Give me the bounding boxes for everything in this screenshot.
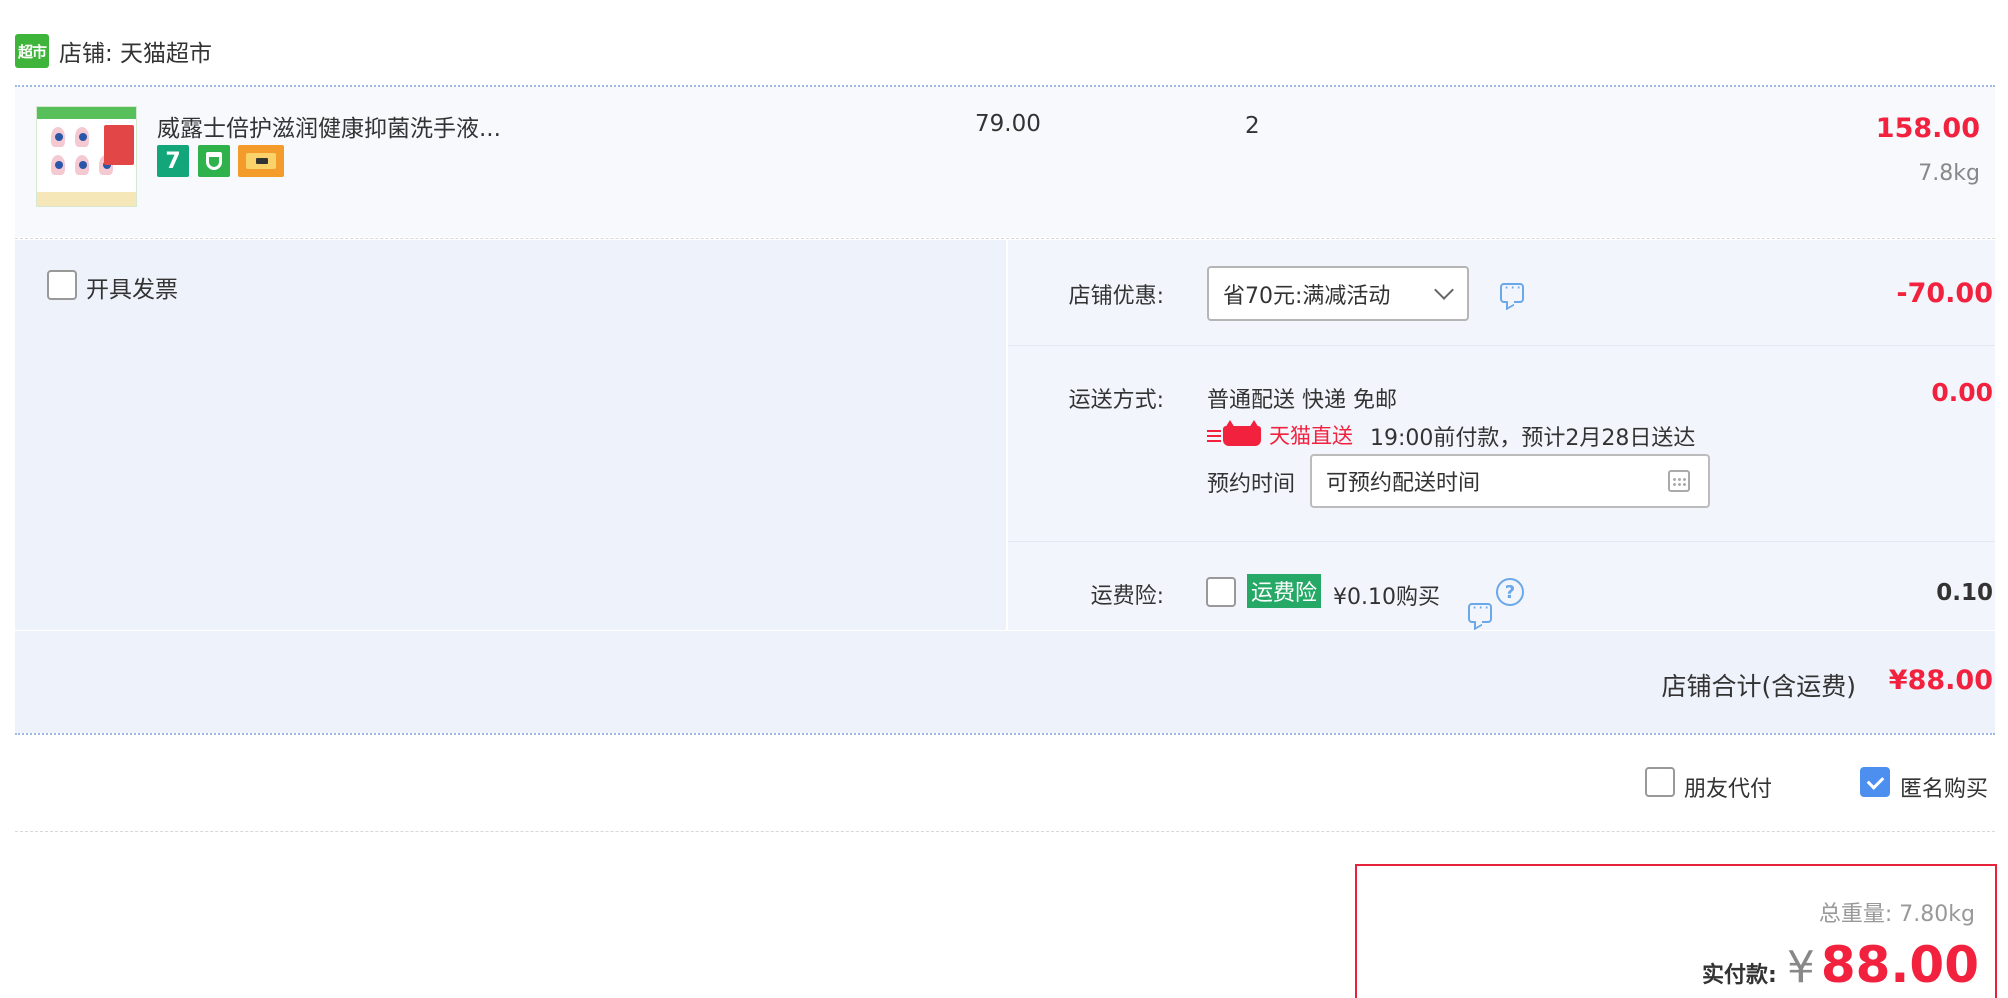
- credit-card-icon[interactable]: [238, 145, 284, 177]
- quantity: 2: [1245, 113, 1260, 139]
- appointment-time-input[interactable]: 可预约配送时间: [1310, 454, 1710, 508]
- item-weight: 7.8kg: [1918, 161, 1980, 186]
- unit-price: 79.00: [975, 111, 1041, 137]
- friend-pay-label[interactable]: 朋友代付: [1684, 771, 1772, 803]
- divider: [15, 733, 1995, 735]
- divider: [1008, 541, 1995, 542]
- insurance-amount: 0.10: [1936, 580, 1993, 606]
- chat-icon[interactable]: [1500, 278, 1524, 303]
- payable-row: 实付款: ¥ 88.00: [1702, 936, 1979, 994]
- shop-header: 超市 店铺: 天猫超市: [15, 34, 212, 68]
- shipping-amount: 0.00: [1931, 378, 1993, 407]
- invoice-checkbox[interactable]: [47, 270, 77, 300]
- item-subtotal: 158.00: [1875, 113, 1980, 144]
- product-title[interactable]: 威露士倍护滋润健康抑菌洗手液...: [157, 109, 501, 143]
- divider: [15, 238, 1995, 239]
- product-thumbnail[interactable]: [36, 106, 137, 207]
- tmall-direct-label: 天猫直送: [1269, 424, 1353, 448]
- calendar-icon[interactable]: [1668, 470, 1690, 492]
- seven-day-return-icon[interactable]: 7: [157, 145, 189, 177]
- tmall-supermarket-logo-icon: 超市: [15, 34, 49, 68]
- divider: [15, 831, 1995, 832]
- tmall-direct-badge: 天猫直送: [1207, 420, 1353, 450]
- invoice-label[interactable]: 开具发票: [86, 270, 178, 304]
- shop-name[interactable]: 店铺: 天猫超市: [59, 34, 212, 68]
- coupon-amount: -70.00: [1896, 278, 1993, 309]
- anonymous-purchase-label[interactable]: 匿名购买: [1900, 771, 1988, 803]
- chat-icon[interactable]: [1468, 598, 1492, 623]
- cart-item-row: 威露士倍护滋润健康抑菌洗手液... 7 79.00 2 158.00 7.8kg: [15, 87, 1995, 237]
- total-weight: 总重量: 7.80kg: [1818, 902, 1975, 927]
- help-icon[interactable]: ?: [1496, 578, 1524, 606]
- insurance-badge: 运费险: [1247, 574, 1322, 608]
- shop-total-label: 店铺合计(含运费): [1661, 672, 1856, 701]
- delivery-eta: 19:00前付款，预计2月28日送达: [1370, 426, 1696, 451]
- payable-amount: 88.00: [1820, 936, 1979, 994]
- currency-symbol: ¥: [1786, 942, 1815, 993]
- protection-service-icon[interactable]: [198, 145, 230, 177]
- coupon-select[interactable]: 省70元:满减活动: [1207, 266, 1469, 321]
- divider: [1008, 345, 1995, 346]
- shop-total-amount: ¥88.00: [1888, 665, 1993, 696]
- payable-label: 实付款:: [1702, 963, 1777, 988]
- insurance-checkbox[interactable]: [1206, 577, 1236, 607]
- insurance-label: 运费险:: [1090, 584, 1164, 609]
- coupon-selected-value: 省70元:满减活动: [1223, 283, 1391, 309]
- shipping-method: 普通配送 快递 免邮: [1207, 388, 1397, 413]
- appointment-placeholder: 可预约配送时间: [1326, 471, 1481, 496]
- friend-pay-checkbox[interactable]: [1645, 767, 1675, 797]
- shipping-label: 运送方式:: [1068, 388, 1164, 413]
- anonymous-purchase-checkbox[interactable]: [1860, 767, 1890, 797]
- coupon-label: 店铺优惠:: [1068, 284, 1164, 309]
- appointment-label: 预约时间: [1207, 472, 1296, 497]
- payment-summary: 总重量: 7.80kg 实付款: ¥ 88.00: [1355, 864, 1997, 998]
- tmall-delivery-icon: [1207, 420, 1263, 446]
- insurance-price: ¥0.10购买: [1333, 585, 1440, 610]
- chevron-down-icon: [1434, 280, 1454, 300]
